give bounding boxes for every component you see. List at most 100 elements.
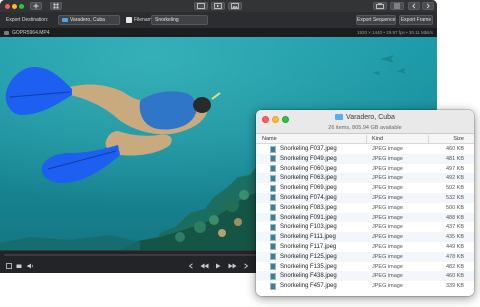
zoom-window-button[interactable] (19, 4, 24, 9)
finder-title: Varadero, Cuba (256, 113, 474, 123)
next-frame-button[interactable] (243, 263, 249, 269)
file-row[interactable]: Snorkeling F111.jpeg JPEG image 435 KB (256, 232, 474, 242)
window-icon (197, 3, 205, 9)
camera-button[interactable] (16, 263, 22, 269)
volume-button[interactable] (27, 263, 34, 269)
file-name: Snorkeling F049.jpeg (280, 155, 337, 162)
file-kind: JPEG image (372, 243, 403, 250)
file-name: Snorkeling F438.jpeg (280, 273, 337, 280)
column-divider[interactable] (428, 135, 429, 143)
video-filename: GOPR5964.MP4 (12, 30, 50, 36)
file-info-bar: GOPR5964.MP4 1920 × 1440 • 29.97 fps • 3… (0, 29, 437, 37)
camera-icon (16, 264, 22, 268)
file-row[interactable]: Snorkeling F135.jpeg JPEG image 482 KB (256, 262, 474, 272)
file-size: 500 KB (445, 204, 464, 211)
column-header-size[interactable]: Size (453, 135, 464, 143)
fullscreen-button[interactable] (6, 263, 12, 269)
file-size: 460 KB (445, 273, 464, 280)
image-icon (231, 3, 239, 9)
file-kind: JPEG image (372, 263, 403, 270)
rewind-button[interactable] (200, 263, 209, 269)
back-button[interactable] (408, 2, 420, 10)
file-row[interactable]: Snorkeling F438.jpeg JPEG image 460 KB (256, 271, 474, 282)
file-size: 481 KB (445, 155, 464, 162)
column-header-name[interactable]: Name (262, 135, 277, 143)
play-icon (216, 263, 221, 269)
list-view-button[interactable] (390, 2, 404, 10)
export-frame-button[interactable]: Export Frame (399, 15, 433, 25)
finder-titlebar: Varadero, Cuba 26 items, 805.94 GB avail… (256, 110, 474, 134)
file-row[interactable]: Snorkeling F103.jpeg JPEG image 437 KB (256, 222, 474, 232)
close-window-button[interactable] (5, 4, 10, 9)
file-row[interactable]: Snorkeling F117.jpeg JPEG image 449 KB (256, 242, 474, 252)
file-kind: JPEG image (372, 146, 403, 152)
file-row[interactable]: Snorkeling F037.jpeg JPEG image 460 KB (256, 144, 474, 154)
file-row[interactable]: Snorkeling F049.jpeg JPEG image 481 KB (256, 153, 474, 164)
file-kind: JPEG image (372, 185, 403, 192)
file-kind: JPEG image (372, 155, 403, 162)
file-size: 532 KB (445, 194, 464, 201)
file-row[interactable]: Snorkeling F091.jpeg JPEG image 488 KB (256, 212, 474, 223)
file-row[interactable]: Snorkeling F069.jpeg JPEG image 502 KB (256, 183, 474, 193)
fast-forward-icon (228, 263, 237, 269)
back-icon (412, 3, 416, 9)
file-size: 449 KB (445, 243, 464, 250)
file-size: 437 KB (445, 224, 464, 231)
export-options-button[interactable] (373, 2, 387, 10)
file-name: Snorkeling F063.jpeg (280, 175, 337, 182)
export-sequence-button[interactable]: Export Sequence (356, 15, 396, 25)
play-button[interactable] (215, 263, 221, 269)
volume-icon (27, 263, 33, 269)
column-header-kind[interactable]: Kind (372, 135, 383, 143)
jpeg-file-icon (270, 145, 276, 153)
file-kind: JPEG image (372, 175, 403, 182)
jpeg-file-icon (270, 204, 276, 212)
file-row[interactable]: Snorkeling F083.jpeg JPEG image 500 KB (256, 203, 474, 213)
file-size: 435 KB (445, 234, 464, 241)
export-destination-value: Varadero, Cuba (70, 17, 105, 23)
filename-input[interactable]: Snorkeling (151, 15, 208, 25)
jpeg-file-icon (270, 174, 276, 182)
file-row[interactable]: Snorkeling F457.jpeg JPEG image 339 KB (256, 281, 474, 291)
video-metadata: 1920 × 1440 • 29.97 fps • 30.11 Mbit/s (357, 30, 433, 35)
file-row[interactable]: Snorkeling F060.jpeg JPEG image 497 KB (256, 164, 474, 174)
file-size: 488 KB (445, 214, 464, 221)
window-mode-button[interactable] (194, 2, 208, 10)
folder-icon (335, 114, 344, 120)
jpeg-file-icon (270, 155, 276, 163)
grid-view-button[interactable] (50, 2, 62, 10)
screen: Export Destination: Varadero, Cuba Filen… (0, 0, 480, 307)
timeline-scrubber[interactable] (4, 254, 260, 256)
fast-forward-button[interactable] (228, 263, 237, 269)
file-name: Snorkeling F111.jpeg (280, 234, 336, 241)
image-mode-button[interactable] (228, 2, 242, 10)
jpeg-file-icon (270, 184, 276, 192)
file-name: Snorkeling F135.jpeg (280, 263, 337, 270)
filename-checkbox[interactable] (126, 17, 132, 23)
play-window-button[interactable] (211, 2, 225, 10)
file-row[interactable]: Snorkeling F074.jpeg JPEG image 532 KB (256, 192, 474, 203)
export-destination-select[interactable]: Varadero, Cuba (58, 15, 120, 25)
file-name: Snorkeling F103.jpeg (280, 224, 337, 231)
add-button[interactable] (30, 2, 42, 10)
finder-window: Varadero, Cuba 26 items, 805.94 GB avail… (256, 110, 474, 296)
minimize-window-button[interactable] (12, 4, 17, 9)
play-window-icon (214, 3, 222, 9)
prev-frame-button[interactable] (188, 263, 194, 269)
file-name: Snorkeling F074.jpeg (280, 194, 337, 201)
column-divider[interactable] (366, 135, 367, 143)
file-size: 482 KB (445, 263, 464, 270)
export-destination-label: Export Destination: (6, 17, 49, 23)
jpeg-file-icon (270, 194, 276, 202)
file-size: 478 KB (445, 253, 464, 260)
file-size: 492 KB (445, 175, 464, 182)
jpeg-file-icon (270, 233, 276, 241)
forward-button[interactable] (422, 2, 434, 10)
jpeg-file-icon (270, 253, 276, 261)
file-row[interactable]: Snorkeling F125.jpeg JPEG image 478 KB (256, 251, 474, 262)
file-kind: JPEG image (372, 214, 403, 221)
file-row[interactable]: Snorkeling F063.jpeg JPEG image 492 KB (256, 173, 474, 184)
file-name: Snorkeling F037.jpeg (280, 146, 337, 152)
file-kind: JPEG image (372, 234, 403, 241)
file-kind: JPEG image (372, 165, 403, 172)
